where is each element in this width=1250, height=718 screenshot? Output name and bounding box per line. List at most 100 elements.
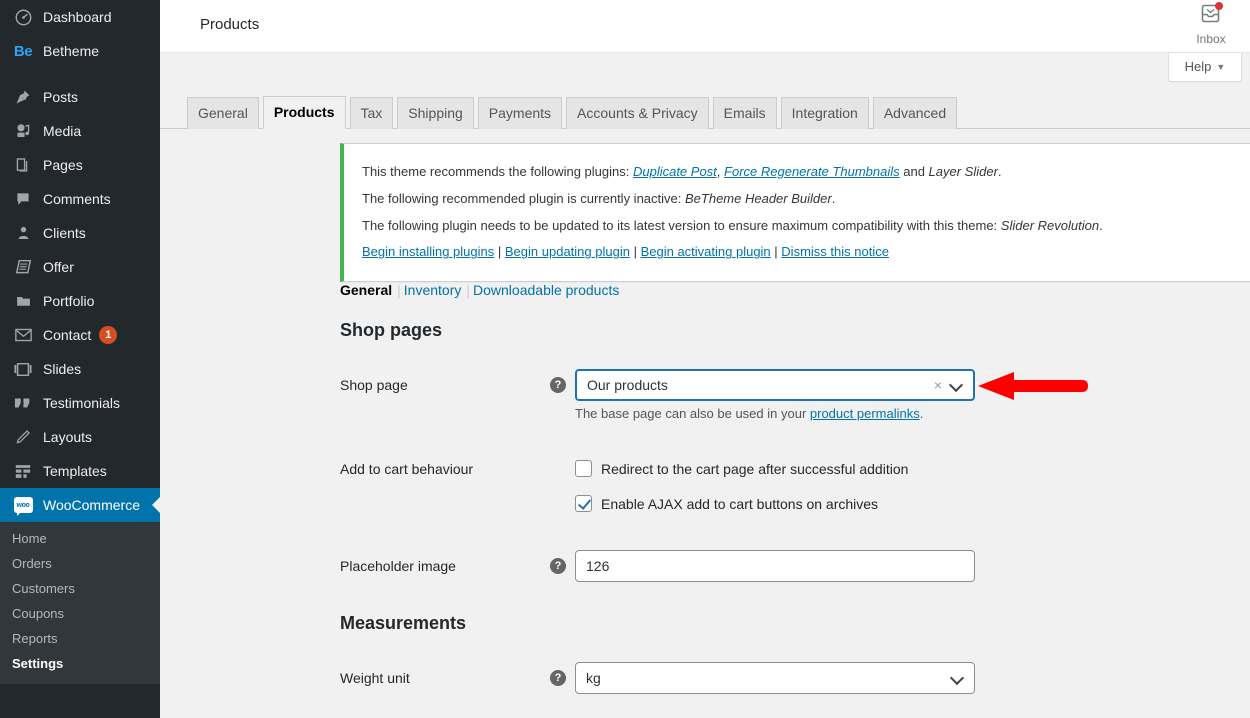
subnav-sep: | <box>397 282 401 298</box>
subnav-item-downloadable-products[interactable]: Downloadable products <box>473 282 619 298</box>
shop-page-select[interactable]: Our products × <box>575 369 975 401</box>
checkbox-redirect-label: Redirect to the cart page after successf… <box>601 460 909 477</box>
sidebar-item-comments[interactable]: Comments <box>0 182 160 216</box>
sidebar-item-label: Offer <box>43 259 74 275</box>
tab-advanced[interactable]: Advanced <box>872 97 958 129</box>
inbox-notification-dot <box>1215 2 1223 10</box>
help-tip-shop-page-icon[interactable]: ? <box>550 377 566 393</box>
user-icon <box>12 223 34 243</box>
notice-line2-suffix: . <box>831 190 836 206</box>
clear-icon[interactable]: × <box>934 377 942 393</box>
quote-icon <box>12 393 34 413</box>
label-add-to-cart-behaviour: Add to cart behaviour <box>340 461 474 477</box>
begin-updating-plugin-link[interactable]: Begin updating plugin <box>505 244 630 259</box>
subnav-item-general[interactable]: General <box>340 282 392 298</box>
comment-icon <box>12 189 34 209</box>
checkbox-enable-ajax[interactable] <box>575 495 592 512</box>
sidebar-item-testimonials[interactable]: Testimonials <box>0 386 160 420</box>
betheme-logo-icon: Be <box>13 42 33 60</box>
sidebar-item-slides[interactable]: Slides <box>0 352 160 386</box>
sidebar-item-dashboard[interactable]: Dashboard <box>0 0 160 34</box>
dismiss-this-notice-link[interactable]: Dismiss this notice <box>781 244 889 259</box>
sidebar-item-label: Comments <box>43 191 111 207</box>
inbox-button[interactable]: Inbox <box>1180 2 1242 46</box>
section-heading-measurements: Measurements <box>340 613 467 633</box>
desc-prefix: The base page can also be used in your <box>575 406 810 421</box>
sidebar-item-label: Templates <box>43 463 107 479</box>
action-sep: | <box>497 244 505 260</box>
subnav-sep: | <box>466 282 471 298</box>
tab-products[interactable]: Products <box>262 96 346 129</box>
label-shop-page: Shop page <box>340 377 408 393</box>
help-tip-weight-unit-icon[interactable]: ? <box>550 670 566 686</box>
tab-general[interactable]: General <box>187 97 259 129</box>
chevron-down-icon[interactable] <box>952 672 964 684</box>
settings-tab-bar: General Products Tax Shipping Payments A… <box>160 96 1250 129</box>
sidebar-item-layouts[interactable]: Layouts <box>0 420 160 454</box>
notice-line-1: This theme recommends the following plug… <box>362 162 1250 183</box>
sidebar-item-pages[interactable]: Pages <box>0 148 160 182</box>
begin-activating-plugin-link[interactable]: Begin activating plugin <box>641 244 771 259</box>
submenu-item-customers[interactable]: Customers <box>0 576 160 601</box>
tab-payments[interactable]: Payments <box>477 97 563 129</box>
sidebar-item-clients[interactable]: Clients <box>0 216 160 250</box>
media-icon <box>12 121 34 141</box>
notice-line3-suffix: . <box>1099 217 1103 233</box>
tab-emails[interactable]: Emails <box>712 97 777 129</box>
chevron-down-icon[interactable] <box>951 379 963 391</box>
desc-suffix: . <box>919 406 924 421</box>
annotation-arrow-icon <box>978 372 1088 402</box>
checkbox-row-enable-ajax[interactable]: Enable AJAX add to cart buttons on archi… <box>575 495 878 512</box>
tab-tax[interactable]: Tax <box>349 97 394 129</box>
product-permalinks-link[interactable]: product permalinks <box>810 406 920 421</box>
plugin-recommendation-notice: × This theme recommends the following pl… <box>340 143 1250 283</box>
placeholder-image-input[interactable]: 126 <box>575 550 975 582</box>
woocommerce-icon: woo <box>12 495 34 516</box>
sidebar-item-label: Posts <box>43 89 79 105</box>
link-force-regenerate-thumbnails[interactable]: Force Regenerate Thumbnails <box>724 164 900 179</box>
help-tip-placeholder-image-icon[interactable]: ? <box>550 558 566 574</box>
portfolio-icon <box>12 291 34 311</box>
submenu-item-reports[interactable]: Reports <box>0 626 160 651</box>
notice-line1-suffix: . <box>997 164 1002 179</box>
notice-line3-prefix: The following plugin needs to be updated… <box>362 217 1001 233</box>
sidebar-item-posts[interactable]: Posts <box>0 80 160 114</box>
sidebar-item-offer[interactable]: Offer <box>0 250 160 284</box>
sidebar-item-label: Testimonials <box>43 395 121 411</box>
tab-shipping[interactable]: Shipping <box>397 97 474 129</box>
notice-sep-1: , <box>716 164 725 179</box>
pin-icon <box>12 87 34 107</box>
link-duplicate-post[interactable]: Duplicate Post <box>633 164 717 179</box>
sidebar-item-label: Dashboard <box>43 9 112 25</box>
submenu-item-orders[interactable]: Orders <box>0 551 160 576</box>
sidebar-item-portfolio[interactable]: Portfolio <box>0 284 160 318</box>
sidebar-item-contact[interactable]: Contact 1 <box>0 318 160 352</box>
checkbox-row-redirect-to-cart[interactable]: Redirect to the cart page after successf… <box>575 460 908 477</box>
subnav-item-inventory[interactable]: Inventory <box>404 282 462 298</box>
submenu-item-home[interactable]: Home <box>0 526 160 551</box>
begin-installing-plugins-link[interactable]: Begin installing plugins <box>362 244 494 259</box>
top-header-bar: Products Inbox <box>160 0 1250 53</box>
sidebar-item-woocommerce[interactable]: woo WooCommerce <box>0 488 160 522</box>
shop-page-value: Our products <box>587 377 668 393</box>
checkbox-ajax-label: Enable AJAX add to cart buttons on archi… <box>601 495 879 512</box>
sidebar-item-label: Pages <box>43 157 83 173</box>
sidebar-item-templates[interactable]: Templates <box>0 454 160 488</box>
sidebar-item-label: Layouts <box>43 429 93 445</box>
submenu-item-settings[interactable]: Settings <box>0 651 160 676</box>
weight-unit-select[interactable]: kg <box>575 662 975 694</box>
submenu-item-coupons[interactable]: Coupons <box>0 601 160 626</box>
chevron-down-icon: ▼ <box>1216 62 1226 72</box>
checkbox-redirect-to-cart[interactable] <box>575 460 592 477</box>
sidebar-item-media[interactable]: Media <box>0 114 160 148</box>
tab-accounts-privacy[interactable]: Accounts & Privacy <box>566 97 709 129</box>
sidebar-item-label: Clients <box>43 225 86 241</box>
tab-integration[interactable]: Integration <box>780 97 869 129</box>
sidebar-item-betheme[interactable]: Be Betheme <box>0 34 160 68</box>
label-weight-unit: Weight unit <box>340 670 410 686</box>
settings-subnav: General | Inventory | Downloadable products <box>340 282 619 298</box>
page-title: Products <box>200 16 260 33</box>
notice-actions: Begin installing plugins | Begin updatin… <box>362 242 1250 263</box>
help-button[interactable]: Help ▼ <box>1168 53 1242 82</box>
admin-sidebar: Dashboard Be Betheme Posts Media Pages C… <box>0 0 160 718</box>
